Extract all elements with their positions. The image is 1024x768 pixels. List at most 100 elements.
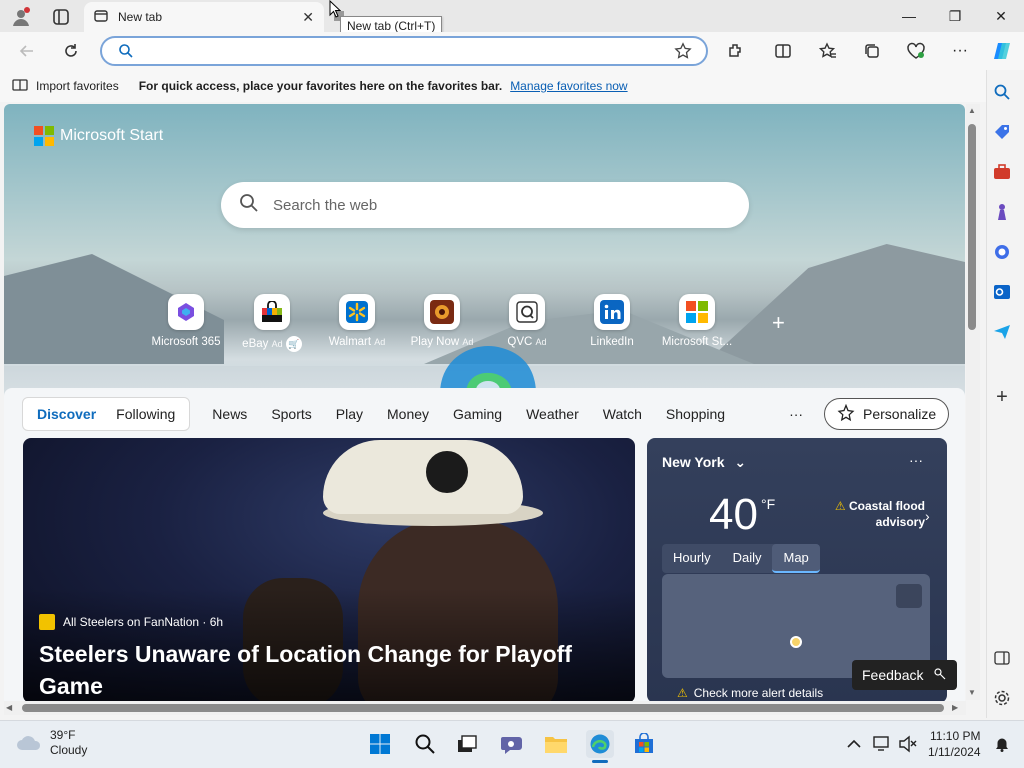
- microsoft-store-taskbar-icon[interactable]: [630, 730, 658, 758]
- tools-icon[interactable]: [990, 160, 1014, 184]
- scroll-right-icon[interactable]: ▶: [952, 703, 958, 712]
- tab-new-tab[interactable]: New tab ✕: [84, 2, 324, 32]
- notifications-icon[interactable]: [988, 730, 1016, 758]
- scroll-down-icon[interactable]: ▼: [968, 688, 976, 697]
- tab-discover[interactable]: Discover: [27, 397, 106, 431]
- drop-send-icon[interactable]: [990, 320, 1014, 344]
- close-tab-icon[interactable]: ✕: [302, 9, 314, 26]
- tab-gaming[interactable]: Gaming: [453, 406, 502, 422]
- weather-alert[interactable]: ⚠ Coastal flood advisory: [825, 498, 925, 530]
- profile-icon[interactable]: [10, 6, 32, 28]
- network-icon[interactable]: [868, 730, 896, 758]
- news-headline[interactable]: Steelers Unaware of Location Change for …: [39, 638, 599, 701]
- tab-money[interactable]: Money: [387, 406, 429, 422]
- weather-city-selector[interactable]: New York ⌄: [662, 454, 746, 471]
- taskbar-search-icon[interactable]: [411, 730, 439, 758]
- qvc-logo-icon: [509, 294, 545, 330]
- restore-button[interactable]: ❐: [932, 0, 978, 32]
- browser-essentials-icon[interactable]: [903, 38, 929, 64]
- task-view-icon[interactable]: [453, 730, 481, 758]
- refresh-icon[interactable]: [58, 38, 84, 64]
- tile-linkedin[interactable]: LinkedIn: [570, 294, 654, 348]
- tab-play[interactable]: Play: [336, 406, 363, 422]
- games-chess-icon[interactable]: [990, 200, 1014, 224]
- import-favorites-icon[interactable]: [12, 78, 28, 95]
- settings-more-icon[interactable]: ···: [947, 38, 973, 64]
- weather-temperature: 40: [709, 490, 758, 539]
- hide-sidebar-icon[interactable]: [990, 646, 1014, 670]
- teams-chat-icon[interactable]: [498, 730, 526, 758]
- back-arrow-icon[interactable]: [14, 38, 40, 64]
- tab-daily[interactable]: Daily: [722, 544, 773, 573]
- favorites-hint: For quick access, place your favorites h…: [138, 79, 503, 93]
- warning-icon: ⚠: [834, 499, 846, 513]
- map-layer-button[interactable]: [896, 584, 922, 608]
- add-shortcut-icon[interactable]: +: [772, 310, 785, 336]
- outlook-icon[interactable]: [990, 280, 1014, 304]
- horizontal-scroll-thumb[interactable]: [22, 704, 944, 712]
- file-explorer-icon[interactable]: [542, 730, 570, 758]
- address-bar[interactable]: [100, 36, 708, 66]
- check-alert-details-link[interactable]: ⚠ Check more alert details: [677, 686, 823, 700]
- search-icon: [118, 43, 134, 62]
- personalize-button[interactable]: Personalize: [824, 398, 950, 430]
- weather-tabs: Hourly Daily Map: [662, 544, 820, 573]
- address-input[interactable]: [142, 42, 662, 62]
- microsoft-start-brand[interactable]: Microsoft Start: [34, 126, 163, 146]
- shopping-tag-icon[interactable]: [990, 120, 1014, 144]
- extensions-icon[interactable]: [722, 38, 748, 64]
- tile-microsoft-store[interactable]: Microsoft St...: [655, 294, 739, 348]
- tile-walmart[interactable]: Walmart Ad: [315, 294, 399, 348]
- sidebar-search-icon[interactable]: [990, 80, 1014, 104]
- import-favorites-link[interactable]: Import favorites: [36, 79, 119, 93]
- weather-more-button[interactable]: ···: [909, 452, 923, 468]
- close-window-button[interactable]: ✕: [978, 0, 1024, 32]
- scroll-left-icon[interactable]: ◀: [6, 703, 12, 712]
- vertical-scroll-thumb[interactable]: [968, 124, 976, 330]
- clock-date: 1/11/2024: [928, 745, 981, 759]
- taskbar-weather-widget[interactable]: 39°F Cloudy: [16, 728, 87, 758]
- news-card[interactable]: All Steelers on FanNation · 6h Steelers …: [23, 438, 635, 701]
- workspaces-icon[interactable]: [50, 6, 72, 28]
- microsoft-365-logo-icon: [168, 294, 204, 330]
- favorites-icon[interactable]: [815, 38, 841, 64]
- manage-favorites-link[interactable]: Manage favorites now: [510, 79, 627, 93]
- volume-muted-icon[interactable]: [894, 730, 922, 758]
- walmart-spark-icon: [339, 294, 375, 330]
- tab-watch[interactable]: Watch: [603, 406, 642, 422]
- feedback-button[interactable]: Feedback: [852, 660, 958, 690]
- split-screen-icon[interactable]: [770, 38, 796, 64]
- add-sidebar-app-icon[interactable]: +: [990, 385, 1014, 409]
- tab-sports[interactable]: Sports: [271, 406, 311, 422]
- new-tab-page: Microsoft Start Search the web Microsoft…: [4, 104, 965, 701]
- system-tray-chevron-up-icon[interactable]: [840, 730, 868, 758]
- microsoft-365-icon[interactable]: [990, 240, 1014, 264]
- tab-map[interactable]: Map: [772, 544, 820, 573]
- taskbar-clock[interactable]: 11:10 PM 1/11/2024: [928, 728, 981, 760]
- collections-icon[interactable]: [859, 38, 885, 64]
- feed-more-button[interactable]: ···: [789, 406, 803, 422]
- scroll-up-icon[interactable]: ▲: [968, 106, 976, 115]
- tab-following[interactable]: Following: [106, 397, 185, 431]
- favorite-star-icon[interactable]: [674, 42, 692, 63]
- tab-weather[interactable]: Weather: [526, 406, 579, 422]
- tab-hourly[interactable]: Hourly: [662, 544, 722, 573]
- warning-icon: ⚠: [677, 686, 688, 700]
- copilot-icon[interactable]: [989, 38, 1015, 64]
- weather-unit[interactable]: °F: [761, 496, 775, 512]
- brand-name: Microsoft Start: [60, 127, 164, 144]
- tab-shopping[interactable]: Shopping: [666, 406, 725, 422]
- edge-browser-taskbar-icon[interactable]: [586, 730, 614, 758]
- minimize-button[interactable]: —: [886, 0, 932, 32]
- web-search-box[interactable]: Search the web: [221, 182, 749, 228]
- tile-ebay[interactable]: eBay Ad 🛒: [230, 294, 314, 352]
- web-search-placeholder: Search the web: [273, 196, 378, 214]
- news-source[interactable]: All Steelers on FanNation · 6h: [39, 614, 223, 630]
- windows-start-icon[interactable]: [366, 730, 394, 758]
- sidebar-settings-gear-icon[interactable]: [990, 686, 1014, 710]
- microsoft-store-logo-icon: [679, 294, 715, 330]
- favorites-bar: Import favorites For quick access, place…: [0, 70, 986, 102]
- tab-news[interactable]: News: [212, 406, 247, 422]
- tile-microsoft-365[interactable]: Microsoft 365: [144, 294, 228, 348]
- chevron-right-icon[interactable]: ›: [925, 508, 930, 524]
